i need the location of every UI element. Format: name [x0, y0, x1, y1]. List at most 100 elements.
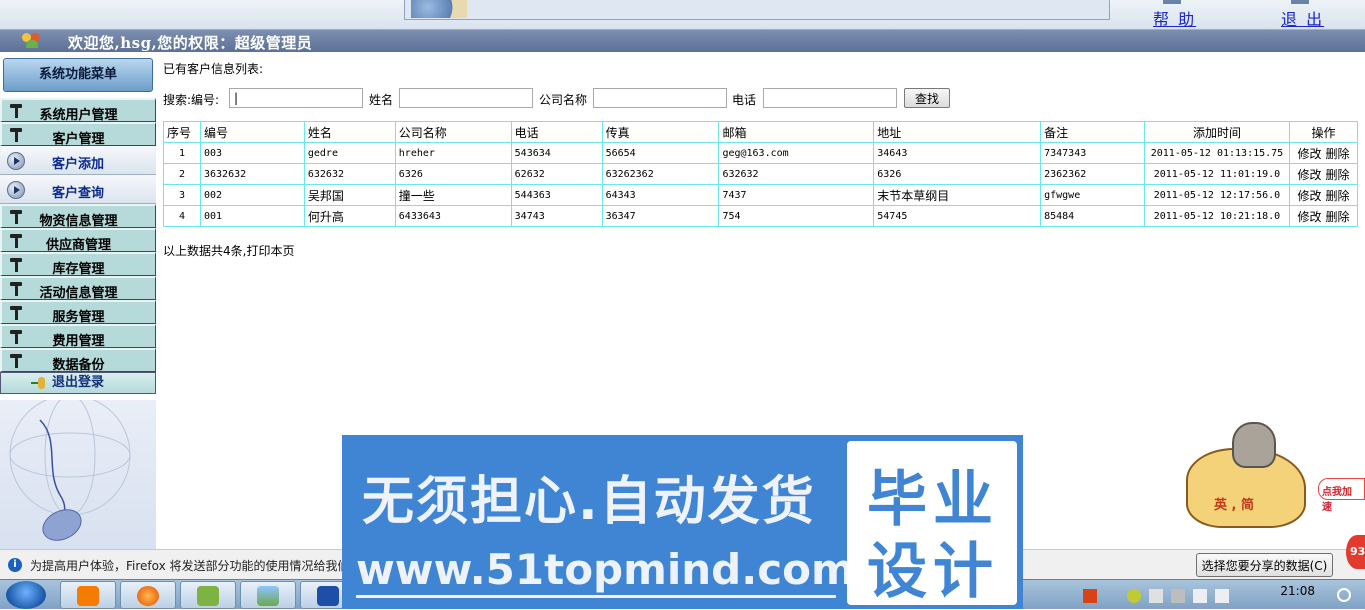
customer-table: 序号 编号 姓名 公司名称 电话 传真 邮箱 地址 备注 添加时间 操作 1 0… — [163, 121, 1359, 227]
iqiyi-icon — [197, 586, 219, 606]
power-icon[interactable] — [1337, 588, 1351, 602]
ad-badge-bottom: 设计 — [867, 537, 999, 607]
column-header: 序号 — [163, 121, 201, 143]
search-phone-input[interactable] — [763, 88, 897, 108]
edit-link[interactable]: 修改 — [1297, 189, 1321, 203]
delete-link[interactable]: 删除 — [1325, 168, 1349, 182]
edit-link[interactable]: 修改 — [1297, 210, 1321, 224]
cell-phone: 62632 — [510, 163, 603, 185]
speed-up-badge[interactable]: 点我加速 — [1318, 478, 1365, 513]
cell-seq: 3 — [163, 184, 201, 206]
search-button[interactable]: 查找 — [904, 88, 950, 108]
help-label: 帮 助 — [1153, 10, 1197, 29]
browser-icon — [317, 586, 339, 606]
network-icon[interactable] — [1149, 589, 1163, 603]
delete-link[interactable]: 删除 — [1325, 189, 1349, 203]
list-title: 已有客户信息列表: — [163, 62, 264, 76]
cell-note: 2362362 — [1040, 163, 1145, 185]
search-bar: 搜索:编号: 姓名 公司名称 电话 查找 — [163, 88, 1358, 110]
mascot-tag: 英 , 简 — [1214, 498, 1254, 513]
search-phone-label: 电话 — [732, 93, 757, 107]
sidebar-item-customer-management[interactable]: 客户管理 — [0, 122, 156, 147]
welcome-bar: 欢迎您,hsg,您的权限：超级管理员 — [0, 30, 1365, 52]
search-id-label: 搜索:编号: — [163, 93, 220, 107]
search-company-input[interactable] — [593, 88, 727, 108]
sidebar-item-expenses[interactable]: 费用管理 — [0, 324, 156, 349]
sidebar-menu: 系统用户管理 客户管理 客户添加 客户查询 物资信息管理 供应商管理 库存管理 — [0, 98, 156, 394]
ad-url-underline — [356, 595, 836, 598]
cell-company: 6326 — [394, 163, 512, 185]
column-header: 备注 — [1040, 121, 1145, 143]
column-header: 添加时间 — [1143, 121, 1290, 143]
taobao-icon — [77, 586, 99, 606]
header-banner — [404, 0, 1110, 20]
help-icon — [1163, 0, 1181, 4]
taobao-task[interactable] — [60, 581, 116, 609]
taskbar-clock[interactable]: 21:08 — [1280, 584, 1315, 598]
sidebar-subitem-customer-query[interactable]: 客户查询 — [0, 175, 156, 204]
volume-icon[interactable] — [1215, 589, 1229, 603]
cell-fax: 56654 — [601, 142, 720, 164]
accelerator-ball[interactable]: 93 — [1346, 535, 1365, 569]
security-icon[interactable] — [1127, 589, 1141, 603]
banner-image — [411, 0, 467, 18]
summary-text[interactable]: 以上数据共4条,打印本页 — [163, 242, 294, 259]
column-header: 编号 — [199, 121, 305, 143]
ad-overlay[interactable]: 无须担心.自动发货 www.51topmind.com 毕业 设计 — [342, 435, 1023, 609]
iqiyi-task[interactable] — [180, 581, 236, 609]
cell-name: 632632 — [303, 163, 396, 185]
signal-icon[interactable] — [1193, 589, 1207, 603]
logout-link[interactable]: 退 出 — [1281, 0, 1324, 30]
cell-seq: 4 — [163, 205, 201, 227]
windows-start-icon[interactable] — [6, 581, 46, 609]
cell-seq: 1 — [163, 142, 201, 164]
sidebar-logout-button[interactable]: 退出登录 — [0, 372, 156, 394]
sidebar: 系统功能菜单 系统用户管理 客户管理 客户添加 客户查询 物资信息管理 供应商管… — [0, 52, 156, 549]
help-link[interactable]: 帮 助 — [1153, 0, 1197, 30]
edit-link[interactable]: 修改 — [1297, 147, 1321, 161]
sidebar-item-system-users[interactable]: 系统用户管理 — [0, 98, 156, 123]
cell-note: 7347343 — [1040, 142, 1145, 164]
sidebar-item-materials[interactable]: 物资信息管理 — [0, 204, 156, 229]
main-content: 已有客户信息列表: 搜索:编号: 姓名 公司名称 电话 查找 序号 编号 姓名 … — [163, 60, 1359, 258]
cell-time: 2011-05-12 01:13:15.75 — [1143, 142, 1290, 164]
info-icon: i — [8, 558, 22, 572]
cell-fax: 64343 — [601, 184, 720, 206]
delete-link[interactable]: 删除 — [1325, 210, 1349, 224]
ime-mascot[interactable]: 英 , 简 — [1180, 418, 1320, 528]
search-name-input[interactable] — [399, 88, 533, 108]
cell-note: gfwgwe — [1040, 184, 1145, 206]
cell-time: 2011-05-12 11:01:19.0 — [1143, 163, 1290, 185]
image-viewer-task[interactable] — [240, 581, 296, 609]
cell-phone: 34743 — [510, 205, 603, 227]
firefox-icon — [137, 586, 159, 606]
sogou-icon[interactable] — [1083, 589, 1097, 603]
cell-id: 001 — [199, 205, 305, 227]
exit-icon — [1291, 0, 1309, 4]
globe-mouse-illustration — [0, 400, 156, 549]
cell-company: 6433643 — [394, 205, 512, 227]
edit-link[interactable]: 修改 — [1297, 168, 1321, 182]
cell-time: 2011-05-12 12:17:56.0 — [1143, 184, 1290, 206]
sidebar-item-suppliers[interactable]: 供应商管理 — [0, 228, 156, 253]
cell-name: gedre — [303, 142, 396, 164]
delete-link[interactable]: 删除 — [1325, 147, 1349, 161]
cell-id: 002 — [199, 184, 305, 206]
cell-address: 末节本草纲目 — [873, 184, 1042, 206]
sidebar-item-inventory[interactable]: 库存管理 — [0, 252, 156, 277]
ad-badge: 毕业 设计 — [847, 441, 1017, 607]
cell-id: 003 — [199, 142, 305, 164]
choose-data-button[interactable]: 选择您要分享的数据(C) — [1196, 553, 1333, 577]
cell-company: 撞一些 — [394, 184, 512, 206]
sidebar-item-activities[interactable]: 活动信息管理 — [0, 276, 156, 301]
device-icon[interactable] — [1171, 589, 1185, 603]
search-id-input[interactable] — [229, 88, 363, 108]
firefox-task[interactable] — [120, 581, 176, 609]
sidebar-subitem-customer-add[interactable]: 客户添加 — [0, 146, 156, 175]
column-header: 邮箱 — [718, 121, 875, 143]
cell-note: 85484 — [1040, 205, 1145, 227]
cell-company: hreher — [394, 142, 512, 164]
cell-address: 54745 — [873, 205, 1042, 227]
sidebar-item-services[interactable]: 服务管理 — [0, 300, 156, 325]
sidebar-item-backup[interactable]: 数据备份 — [0, 348, 156, 373]
